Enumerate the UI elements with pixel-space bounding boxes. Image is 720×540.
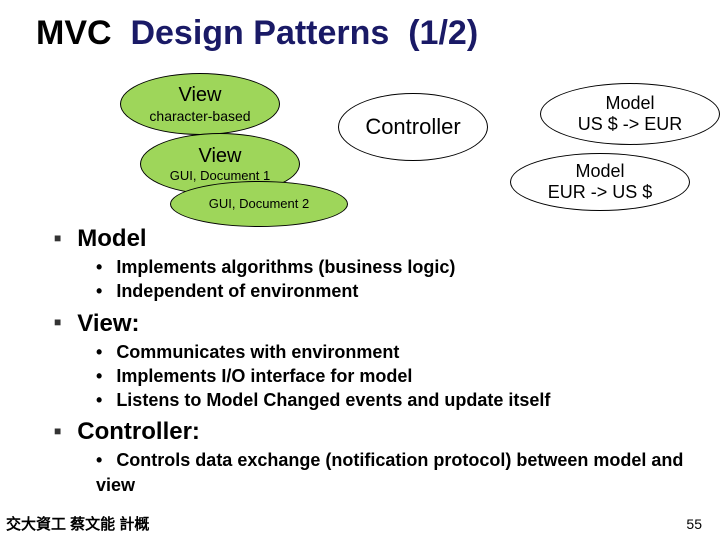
slide-title: MVC Design Patterns (1/2) [0,0,720,73]
title-mvc: MVC [36,14,112,52]
model-oval-2: Model EUR -> US $ [510,153,690,211]
model-item: Implements algorithms (business logic) [96,255,720,279]
view-oval-3: GUI, Document 2 [170,181,348,227]
mvc-diagram: View character-based View GUI, Document … [90,73,720,233]
title-page: (1/2) [408,14,478,52]
model-heading: Model [54,225,720,253]
view-item: Communicates with environment [96,340,720,364]
view-heading: View: [54,310,720,338]
view-list: Communicates with environment Implements… [96,340,720,413]
view-item: Implements I/O interface for model [96,364,720,388]
model1-l1: Model [605,93,654,114]
model-item: Independent of environment [96,279,720,303]
view-oval-1: View character-based [120,73,280,135]
model2-l1: Model [575,161,624,182]
view3-sub: GUI, Document 2 [209,197,309,211]
controller-oval: Controller [338,93,488,161]
content-area: Model Implements algorithms (business lo… [0,225,720,497]
model-oval-1: Model US $ -> EUR [540,83,720,145]
controller-heading: Controller: [54,418,720,446]
controller-list: Controls data exchange (notification pro… [96,448,720,497]
model-list: Implements algorithms (business logic) I… [96,255,720,304]
view2-label: View [199,145,242,168]
model1-l2: US $ -> EUR [578,114,683,135]
view1-label: View [179,84,222,107]
title-dp: Design Patterns [130,14,389,52]
controller-label: Controller [365,114,460,139]
view-item: Listens to Model Changed events and upda… [96,388,720,412]
controller-item: Controls data exchange (notification pro… [96,448,720,497]
page-number: 55 [686,516,702,532]
view1-sub: character-based [149,108,250,124]
footer-author: 交大資工 蔡文能 計概 [6,513,149,534]
model2-l2: EUR -> US $ [548,182,653,203]
